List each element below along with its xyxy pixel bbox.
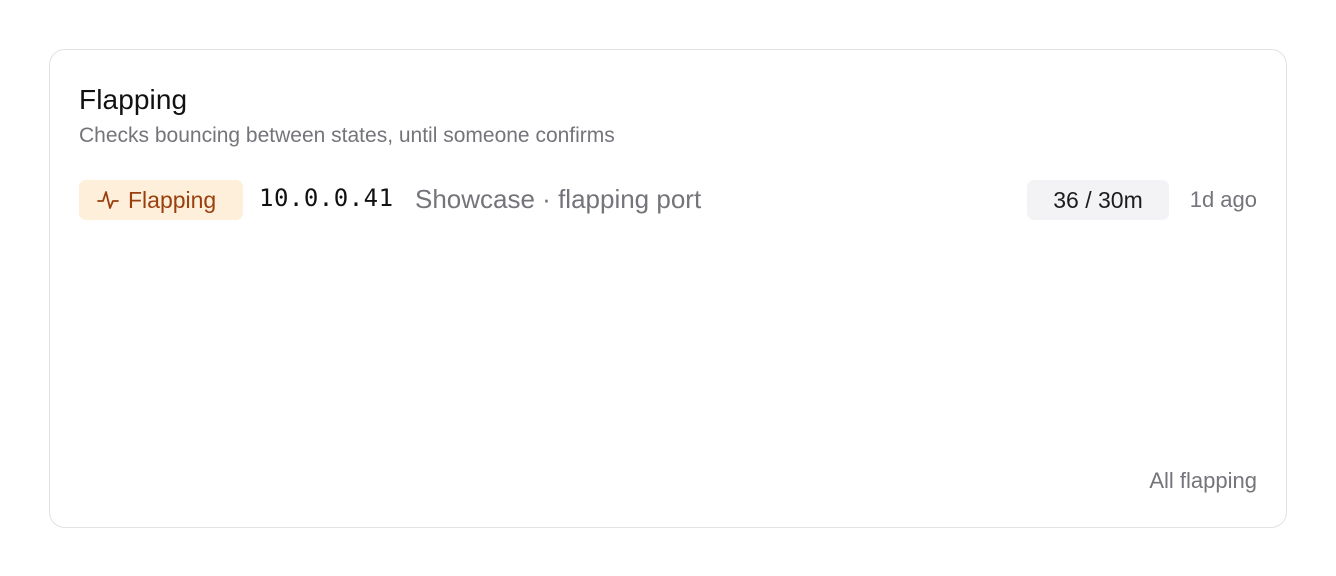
pulse-icon <box>97 191 119 209</box>
flap-count-pill: 36 / 30m <box>1027 180 1169 220</box>
flapping-card: Flapping Checks bouncing between states,… <box>49 49 1287 528</box>
age-label: 1d ago <box>1189 187 1257 212</box>
status-badge-label: Flapping <box>128 186 217 213</box>
host-ip: 10.0.0.41 <box>259 184 394 212</box>
card-title: Flapping <box>79 84 188 115</box>
status-badge: Flapping <box>79 180 243 220</box>
check-description: Showcase · flapping port <box>415 184 702 214</box>
list-item[interactable]: Flapping 10.0.0.41 Showcase · flapping p… <box>79 180 1257 220</box>
all-flapping-link[interactable]: All flapping <box>1149 468 1257 494</box>
card-subtitle: Checks bouncing between states, until so… <box>79 124 615 147</box>
